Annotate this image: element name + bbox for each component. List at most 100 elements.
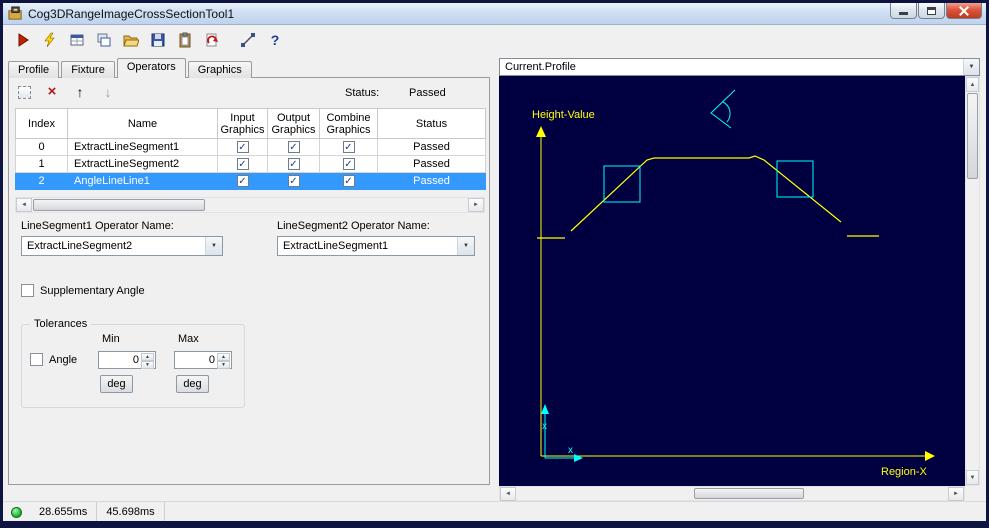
spin-up-icon[interactable]: ▲ bbox=[141, 353, 154, 361]
scroll-right-icon[interactable]: ► bbox=[948, 487, 964, 501]
graph-vscrollbar-thumb[interactable] bbox=[967, 93, 978, 179]
cell-name[interactable]: AngleLineLine1 bbox=[67, 172, 218, 190]
move-up-button[interactable]: ↑ bbox=[71, 83, 89, 101]
checkbox-checked[interactable]: ✓ bbox=[342, 158, 355, 171]
min-deg-button[interactable]: deg bbox=[100, 375, 133, 393]
spin-down-icon[interactable]: ▼ bbox=[217, 361, 230, 369]
cell-name[interactable]: ExtractLineSegment1 bbox=[67, 138, 218, 156]
min-input[interactable] bbox=[99, 352, 141, 368]
move-down-button[interactable]: ↓ bbox=[99, 83, 117, 101]
checkbox-checked[interactable]: ✓ bbox=[287, 175, 300, 188]
col-header-combine-graphics[interactable]: Combine Graphics bbox=[319, 108, 378, 139]
checkbox-checked[interactable]: ✓ bbox=[236, 175, 249, 188]
tab-fixture[interactable]: Fixture bbox=[61, 61, 115, 78]
table-row[interactable]: 0 ExtractLineSegment1 ✓ ✓ ✓ Passed bbox=[15, 138, 486, 156]
cell-name[interactable]: ExtractLineSegment2 bbox=[67, 155, 218, 173]
open-file-button[interactable] bbox=[119, 28, 143, 52]
cell-input-graphics[interactable]: ✓ bbox=[217, 138, 268, 156]
spin-up-icon[interactable]: ▲ bbox=[217, 353, 230, 361]
cell-input-graphics[interactable]: ✓ bbox=[217, 155, 268, 173]
cell-index[interactable]: 2 bbox=[15, 172, 68, 190]
tab-operators[interactable]: Operators bbox=[116, 58, 186, 78]
supplementary-angle-checkbox[interactable] bbox=[21, 284, 34, 297]
col-header-output-graphics[interactable]: Output Graphics bbox=[267, 108, 320, 139]
col-header-index[interactable]: Index bbox=[15, 108, 68, 139]
reload-button[interactable] bbox=[200, 28, 224, 52]
cell-combine-graphics[interactable]: ✓ bbox=[319, 172, 378, 190]
col-header-input-graphics[interactable]: Input Graphics bbox=[217, 108, 268, 139]
angle-arc bbox=[722, 101, 731, 123]
cell-output-graphics[interactable]: ✓ bbox=[267, 172, 320, 190]
linesegment1-combobox[interactable]: ExtractLineSegment2 ▼ bbox=[21, 236, 223, 256]
run-button[interactable] bbox=[11, 28, 35, 52]
chevron-down-icon[interactable]: ▼ bbox=[963, 59, 979, 75]
maximize-button[interactable] bbox=[918, 3, 945, 19]
table-row-selected[interactable]: 2 AngleLineLine1 ✓ ✓ ✓ Passed bbox=[15, 172, 486, 190]
delete-operator-button[interactable]: × bbox=[43, 83, 61, 101]
max-input[interactable] bbox=[175, 352, 217, 368]
col-header-status[interactable]: Status bbox=[377, 108, 486, 139]
min-spinner[interactable]: ▲ ▼ bbox=[141, 353, 154, 369]
scroll-track[interactable] bbox=[205, 198, 468, 212]
table-hscrollbar[interactable]: ◄ ► bbox=[15, 197, 485, 213]
chevron-down-icon[interactable]: ▼ bbox=[205, 237, 222, 255]
checkbox-checked[interactable]: ✓ bbox=[342, 141, 355, 154]
cell-output-graphics[interactable]: ✓ bbox=[267, 155, 320, 173]
cell-index[interactable]: 1 bbox=[15, 155, 68, 173]
cell-status[interactable]: Passed bbox=[377, 155, 486, 173]
graph-vscrollbar[interactable]: ▲ ▼ bbox=[965, 76, 980, 486]
save-file-button[interactable] bbox=[146, 28, 170, 52]
checkbox-checked[interactable]: ✓ bbox=[236, 158, 249, 171]
result-grid-button[interactable] bbox=[65, 28, 89, 52]
max-deg-button[interactable]: deg bbox=[176, 375, 209, 393]
angle-checkbox[interactable] bbox=[30, 353, 43, 366]
cell-output-graphics[interactable]: ✓ bbox=[267, 138, 320, 156]
checkbox-checked[interactable]: ✓ bbox=[236, 141, 249, 154]
scroll-track[interactable] bbox=[516, 487, 694, 500]
profile-selector-combobox[interactable]: Current.Profile ▼ bbox=[499, 58, 980, 76]
paste-button[interactable] bbox=[173, 28, 197, 52]
trigger-button[interactable] bbox=[38, 28, 62, 52]
linesegment2-combobox[interactable]: ExtractLineSegment1 ▼ bbox=[277, 236, 475, 256]
chevron-down-icon[interactable]: ▼ bbox=[457, 237, 474, 255]
scroll-left-icon[interactable]: ◄ bbox=[500, 487, 516, 501]
table-hscrollbar-thumb[interactable] bbox=[33, 199, 205, 211]
minimize-button[interactable] bbox=[890, 3, 917, 19]
operators-table: Index Name Input Graphics Output Graphic… bbox=[15, 108, 486, 190]
delete-icon: × bbox=[47, 83, 57, 100]
tab-profile[interactable]: Profile bbox=[8, 61, 60, 78]
cell-combine-graphics[interactable]: ✓ bbox=[319, 138, 378, 156]
close-button[interactable] bbox=[946, 3, 982, 19]
profile-graph-display[interactable]: Height-Value Region-X x x bbox=[499, 76, 965, 486]
checkbox-checked[interactable]: ✓ bbox=[342, 175, 355, 188]
graph-hscrollbar-thumb[interactable] bbox=[694, 488, 804, 499]
max-spinner[interactable]: ▲ ▼ bbox=[217, 353, 230, 369]
scroll-down-icon[interactable]: ▼ bbox=[966, 470, 979, 485]
measure-slope-button[interactable] bbox=[236, 28, 260, 52]
add-operator-button[interactable] bbox=[15, 83, 33, 101]
x-axis-label: Region-X bbox=[881, 466, 928, 478]
cell-status[interactable]: Passed bbox=[377, 172, 486, 190]
new-window-button[interactable] bbox=[92, 28, 116, 52]
table-row[interactable]: 1 ExtractLineSegment2 ✓ ✓ ✓ Passed bbox=[15, 155, 486, 173]
cell-status[interactable]: Passed bbox=[377, 138, 486, 156]
scroll-up-icon[interactable]: ▲ bbox=[966, 77, 979, 92]
scroll-right-icon[interactable]: ► bbox=[468, 198, 484, 212]
graph-hscrollbar[interactable]: ◄ ► bbox=[499, 486, 965, 501]
cell-combine-graphics[interactable]: ✓ bbox=[319, 155, 378, 173]
spin-down-icon[interactable]: ▼ bbox=[141, 361, 154, 369]
help-button[interactable]: ? bbox=[263, 28, 287, 52]
tab-graphics[interactable]: Graphics bbox=[187, 61, 252, 78]
run-icon bbox=[18, 33, 29, 47]
cell-input-graphics[interactable]: ✓ bbox=[217, 172, 268, 190]
titlebar: Cog3DRangeImageCrossSectionTool1 bbox=[3, 3, 986, 25]
scroll-left-icon[interactable]: ◄ bbox=[16, 198, 32, 212]
cell-index[interactable]: 0 bbox=[15, 138, 68, 156]
checkbox-checked[interactable]: ✓ bbox=[287, 158, 300, 171]
segment2-region-marker[interactable] bbox=[776, 160, 814, 198]
checkbox-checked[interactable]: ✓ bbox=[287, 141, 300, 154]
col-header-name[interactable]: Name bbox=[67, 108, 218, 139]
scroll-track[interactable] bbox=[966, 180, 979, 470]
minimize-icon bbox=[899, 11, 908, 15]
scroll-track[interactable] bbox=[804, 487, 948, 500]
